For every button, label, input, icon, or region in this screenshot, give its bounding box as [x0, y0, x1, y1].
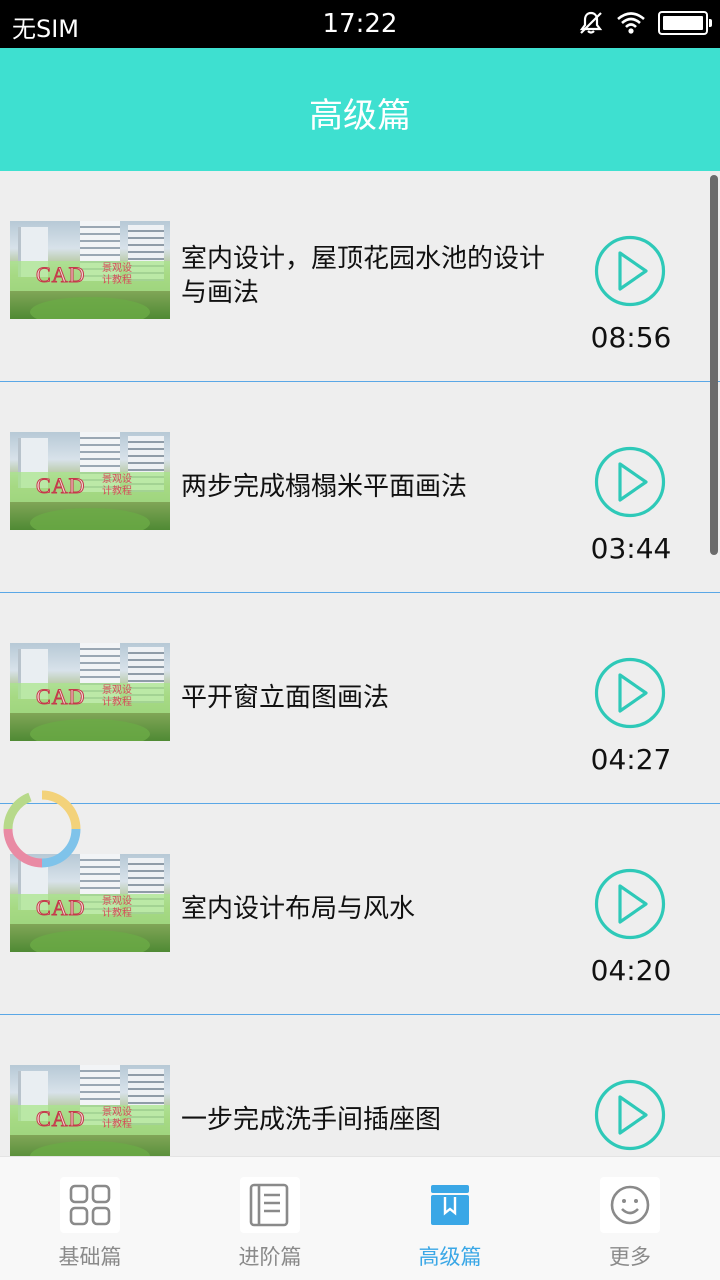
grid-icon: [60, 1177, 120, 1233]
tab-advanced[interactable]: 进阶篇: [180, 1157, 360, 1280]
video-title[interactable]: 室内设计布局与风水: [181, 892, 561, 926]
wifi-icon: [617, 12, 645, 34]
loading-spinner-icon: [3, 790, 81, 868]
smile-icon: [600, 1177, 660, 1233]
video-title[interactable]: 一步完成洗手间插座图: [181, 1103, 561, 1137]
mute-icon: [579, 11, 603, 34]
video-duration: 04:20: [590, 954, 672, 987]
play-icon[interactable]: [594, 446, 666, 518]
book-icon: [240, 1177, 300, 1233]
thumbnail-logo-text: CAD: [35, 684, 86, 710]
tab-label: 基础篇: [58, 1245, 122, 1269]
tab-label: 更多: [609, 1245, 651, 1269]
thumbnail-logo-text: CAD: [35, 1106, 86, 1132]
status-bar: 无SIM 17:22: [0, 0, 720, 48]
header-bar: 高级篇: [0, 48, 720, 171]
play-icon[interactable]: [594, 657, 666, 729]
video-list-item[interactable]: CAD 景观设 计教程 一步完成洗手间插座图: [0, 1015, 720, 1156]
thumbnail-logo-text: CAD: [35, 473, 86, 499]
page-title: 高级篇: [309, 96, 411, 136]
tab-basic[interactable]: 基础篇: [0, 1157, 180, 1280]
video-thumbnail[interactable]: CAD 景观设 计教程: [10, 643, 170, 741]
tab-more[interactable]: 更多: [540, 1157, 720, 1280]
bottom-nav: 基础篇 进阶篇 高级篇 更多: [0, 1156, 720, 1280]
thumbnail-logo-text: CAD: [35, 262, 86, 288]
tab-label: 高级篇: [418, 1245, 482, 1269]
scrollbar[interactable]: [710, 175, 718, 555]
video-thumbnail[interactable]: CAD 景观设 计教程: [10, 432, 170, 530]
video-duration: 04:27: [590, 743, 672, 776]
thumbnail-logo-text: CAD: [35, 895, 86, 921]
video-list-item[interactable]: CAD 景观设 计教程 平开窗立面图画法 04:27: [0, 593, 720, 804]
play-icon[interactable]: [594, 1079, 666, 1151]
video-title[interactable]: 平开窗立面图画法: [181, 681, 561, 715]
video-list-item[interactable]: CAD 景观设 计教程 两步完成榻榻米平面画法 03:44: [0, 382, 720, 593]
video-title[interactable]: 室内设计，屋顶花园水池的设计与画法: [181, 242, 561, 310]
play-icon[interactable]: [594, 235, 666, 307]
play-icon[interactable]: [594, 868, 666, 940]
status-icons: [578, 10, 712, 36]
video-thumbnail[interactable]: CAD 景观设 计教程: [10, 221, 170, 319]
battery-icon: [658, 11, 712, 35]
tab-label: 进阶篇: [238, 1245, 302, 1269]
video-duration: 08:56: [590, 321, 672, 354]
tab-expert[interactable]: 高级篇: [360, 1157, 540, 1280]
bookmark-book-icon: [431, 1185, 469, 1225]
video-list[interactable]: CAD 景观设 计教程 室内设计，屋顶花园水池的设计与画法 08:56 CAD 景…: [0, 171, 720, 1156]
video-list-item[interactable]: CAD 景观设 计教程 室内设计，屋顶花园水池的设计与画法 08:56: [0, 171, 720, 382]
video-title[interactable]: 两步完成榻榻米平面画法: [181, 470, 561, 504]
video-duration: 03:44: [590, 532, 672, 565]
video-list-item[interactable]: CAD 景观设 计教程 室内设计布局与风水 04:20: [0, 804, 720, 1015]
video-thumbnail[interactable]: CAD 景观设 计教程: [10, 1065, 170, 1156]
